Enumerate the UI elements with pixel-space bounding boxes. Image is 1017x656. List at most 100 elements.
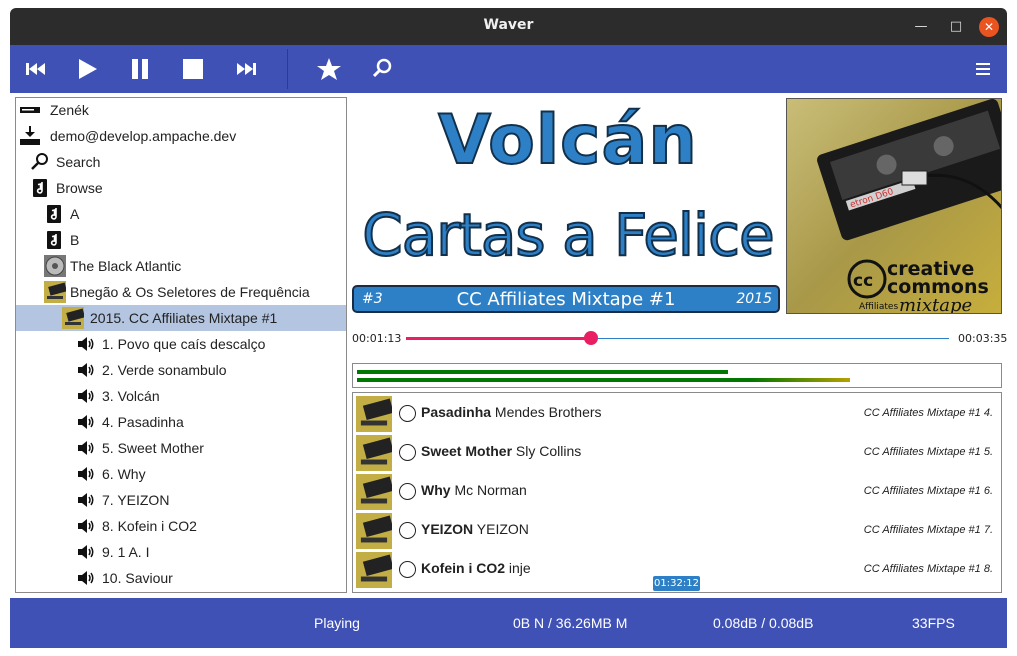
stop-button[interactable] bbox=[179, 55, 207, 83]
tree-item[interactable]: B bbox=[16, 227, 346, 253]
album-thumbnail bbox=[356, 396, 392, 432]
cassette-cover-image: etron D60 cc creative commons Affiliates… bbox=[787, 99, 1001, 313]
playlist-item[interactable]: YEIZON YEIZON CC Affiliates Mixtape #1 7. bbox=[353, 511, 1001, 550]
playlist-item-album: CC Affiliates Mixtape #1 6. bbox=[863, 485, 993, 497]
playlist-select-radio[interactable] bbox=[399, 483, 416, 500]
favorite-button[interactable] bbox=[315, 55, 343, 83]
tree-item-label: Browse bbox=[56, 180, 103, 196]
tree-item-label: 5. Sweet Mother bbox=[102, 440, 204, 456]
tree-item[interactable]: 3. Volcán bbox=[16, 383, 346, 409]
previous-button[interactable] bbox=[22, 55, 50, 83]
next-icon bbox=[237, 63, 256, 75]
tree-item-label: Zenék bbox=[50, 102, 89, 118]
tree-item[interactable]: 9. 1 A. I bbox=[16, 539, 346, 565]
tree-item[interactable]: Bnegão & Os Seletores de Frequência bbox=[16, 279, 346, 305]
now-playing-title: Volcán bbox=[437, 100, 698, 181]
maximize-button[interactable]: □ bbox=[946, 17, 966, 37]
album-name: CC Affiliates Mixtape #1 bbox=[456, 289, 676, 310]
title-bar: Waver — □ ✕ bbox=[10, 8, 1007, 45]
pause-button[interactable] bbox=[126, 55, 154, 83]
album-cover: etron D60 cc creative commons Affiliates… bbox=[786, 98, 1002, 314]
tree-item[interactable]: 4. Pasadinha bbox=[16, 409, 346, 435]
status-replay-gain: 0.08dB / 0.08dB bbox=[713, 615, 814, 631]
tree-item[interactable]: Browse bbox=[16, 175, 346, 201]
next-button[interactable] bbox=[232, 55, 260, 83]
menu-button[interactable] bbox=[969, 55, 997, 83]
music-file-icon bbox=[30, 178, 50, 198]
peak-meter bbox=[352, 363, 1002, 388]
search-icon bbox=[372, 58, 392, 78]
tree-item-label: 3. Volcán bbox=[102, 388, 160, 404]
tree-item-label: demo@develop.ampache.dev bbox=[50, 128, 237, 144]
playlist-duration-tooltip: 01:32:12 bbox=[653, 576, 700, 591]
status-bar: Playing 0B N / 36.26MB M 0.08dB / 0.08dB… bbox=[10, 598, 1007, 648]
seek-handle[interactable] bbox=[583, 331, 598, 345]
playlist-select-radio[interactable] bbox=[399, 522, 416, 539]
playlist-item-artist: Mendes Brothers bbox=[494, 404, 602, 420]
search-button[interactable] bbox=[368, 55, 396, 83]
tree-item[interactable]: 5. Sweet Mother bbox=[16, 435, 346, 461]
playlist-item-text: Pasadinha Mendes Brothers bbox=[421, 404, 602, 420]
tree-item[interactable]: Zenék bbox=[16, 98, 346, 123]
tree-item-label: The Black Atlantic bbox=[70, 258, 182, 274]
album-info-bar: #3 CC Affiliates Mixtape #1 2015 bbox=[352, 285, 780, 313]
window-title: Waver bbox=[483, 17, 534, 33]
speaker-icon bbox=[76, 412, 96, 432]
speaker-icon bbox=[76, 386, 96, 406]
tree-item[interactable]: Search bbox=[16, 149, 346, 175]
playlist-item[interactable]: Why Mc Norman CC Affiliates Mixtape #1 6. bbox=[353, 472, 1001, 511]
album-year: 2015 bbox=[736, 291, 772, 307]
tree-item[interactable]: 10. Saviour bbox=[16, 565, 346, 591]
tree-item[interactable]: demo@develop.ampache.dev bbox=[16, 123, 346, 149]
playlist-item-album: CC Affiliates Mixtape #1 4. bbox=[863, 407, 993, 419]
drive-icon bbox=[20, 100, 40, 120]
tree-item[interactable]: 2015. CC Affiliates Mixtape #1 bbox=[16, 305, 346, 331]
playlist-select-radio[interactable] bbox=[399, 561, 416, 578]
play-icon bbox=[79, 59, 97, 79]
playlist-select-radio[interactable] bbox=[399, 444, 416, 461]
album-thumbnail bbox=[356, 474, 392, 510]
app-window: Waver — □ ✕ Zenék demo@develop.ampache.d… bbox=[10, 8, 1007, 648]
playlist-item-artist: YEIZON bbox=[476, 521, 529, 537]
tree-item[interactable]: 7. YEIZON bbox=[16, 487, 346, 513]
tree-item[interactable]: 8. Kofein i CO2 bbox=[16, 513, 346, 539]
playlist-select-radio[interactable] bbox=[399, 405, 416, 422]
seek-slider[interactable] bbox=[406, 331, 949, 345]
minimize-button[interactable]: — bbox=[911, 17, 931, 37]
speaker-icon bbox=[76, 542, 96, 562]
stop-icon bbox=[183, 59, 203, 79]
playlist-item[interactable]: Pasadinha Mendes Brothers CC Affiliates M… bbox=[353, 394, 1001, 433]
music-file-icon bbox=[44, 230, 64, 250]
playlist-item-artist: inje bbox=[508, 560, 531, 576]
playlist-item-title: YEIZON bbox=[421, 521, 474, 537]
tree-item[interactable]: The Black Atlantic bbox=[16, 253, 346, 279]
speaker-icon bbox=[76, 360, 96, 380]
track-number: #3 bbox=[362, 291, 383, 307]
tree-item[interactable]: 1. Povo que caís descalço bbox=[16, 331, 346, 357]
pause-icon bbox=[132, 59, 148, 79]
menu-icon bbox=[976, 63, 990, 75]
speaker-icon bbox=[76, 516, 96, 536]
playlist[interactable]: Pasadinha Mendes Brothers CC Affiliates M… bbox=[352, 392, 1002, 593]
playlist-item-text: Sweet Mother Sly Collins bbox=[421, 443, 581, 459]
download-icon bbox=[20, 126, 40, 146]
playlist-item[interactable]: Sweet Mother Sly Collins CC Affiliates Mi… bbox=[353, 433, 1001, 472]
tree-item-label: Search bbox=[56, 154, 101, 170]
playlist-item-title: Pasadinha bbox=[421, 404, 492, 420]
status-memory: 0B N / 36.26MB M bbox=[513, 615, 628, 631]
library-tree[interactable]: Zenék demo@develop.ampache.dev Search Brows… bbox=[15, 97, 347, 593]
play-button[interactable] bbox=[73, 55, 101, 83]
playlist-item-title: Kofein i CO2 bbox=[421, 560, 506, 576]
tree-item-label: A bbox=[70, 206, 80, 222]
svg-text:Affiliates: Affiliates bbox=[859, 302, 898, 312]
close-button[interactable]: ✕ bbox=[979, 17, 999, 37]
speaker-icon bbox=[76, 438, 96, 458]
tree-item[interactable]: 2. Verde sonambulo bbox=[16, 357, 346, 383]
status-state: Playing bbox=[314, 615, 360, 631]
tree-item[interactable]: A bbox=[16, 201, 346, 227]
tree-item-label: 10. Saviour bbox=[102, 570, 173, 586]
tree-item-label: 4. Pasadinha bbox=[102, 414, 184, 430]
disc-icon bbox=[44, 255, 66, 277]
tree-item[interactable]: 6. Why bbox=[16, 461, 346, 487]
tree-item-label: 1. Povo que caís descalço bbox=[102, 336, 266, 352]
